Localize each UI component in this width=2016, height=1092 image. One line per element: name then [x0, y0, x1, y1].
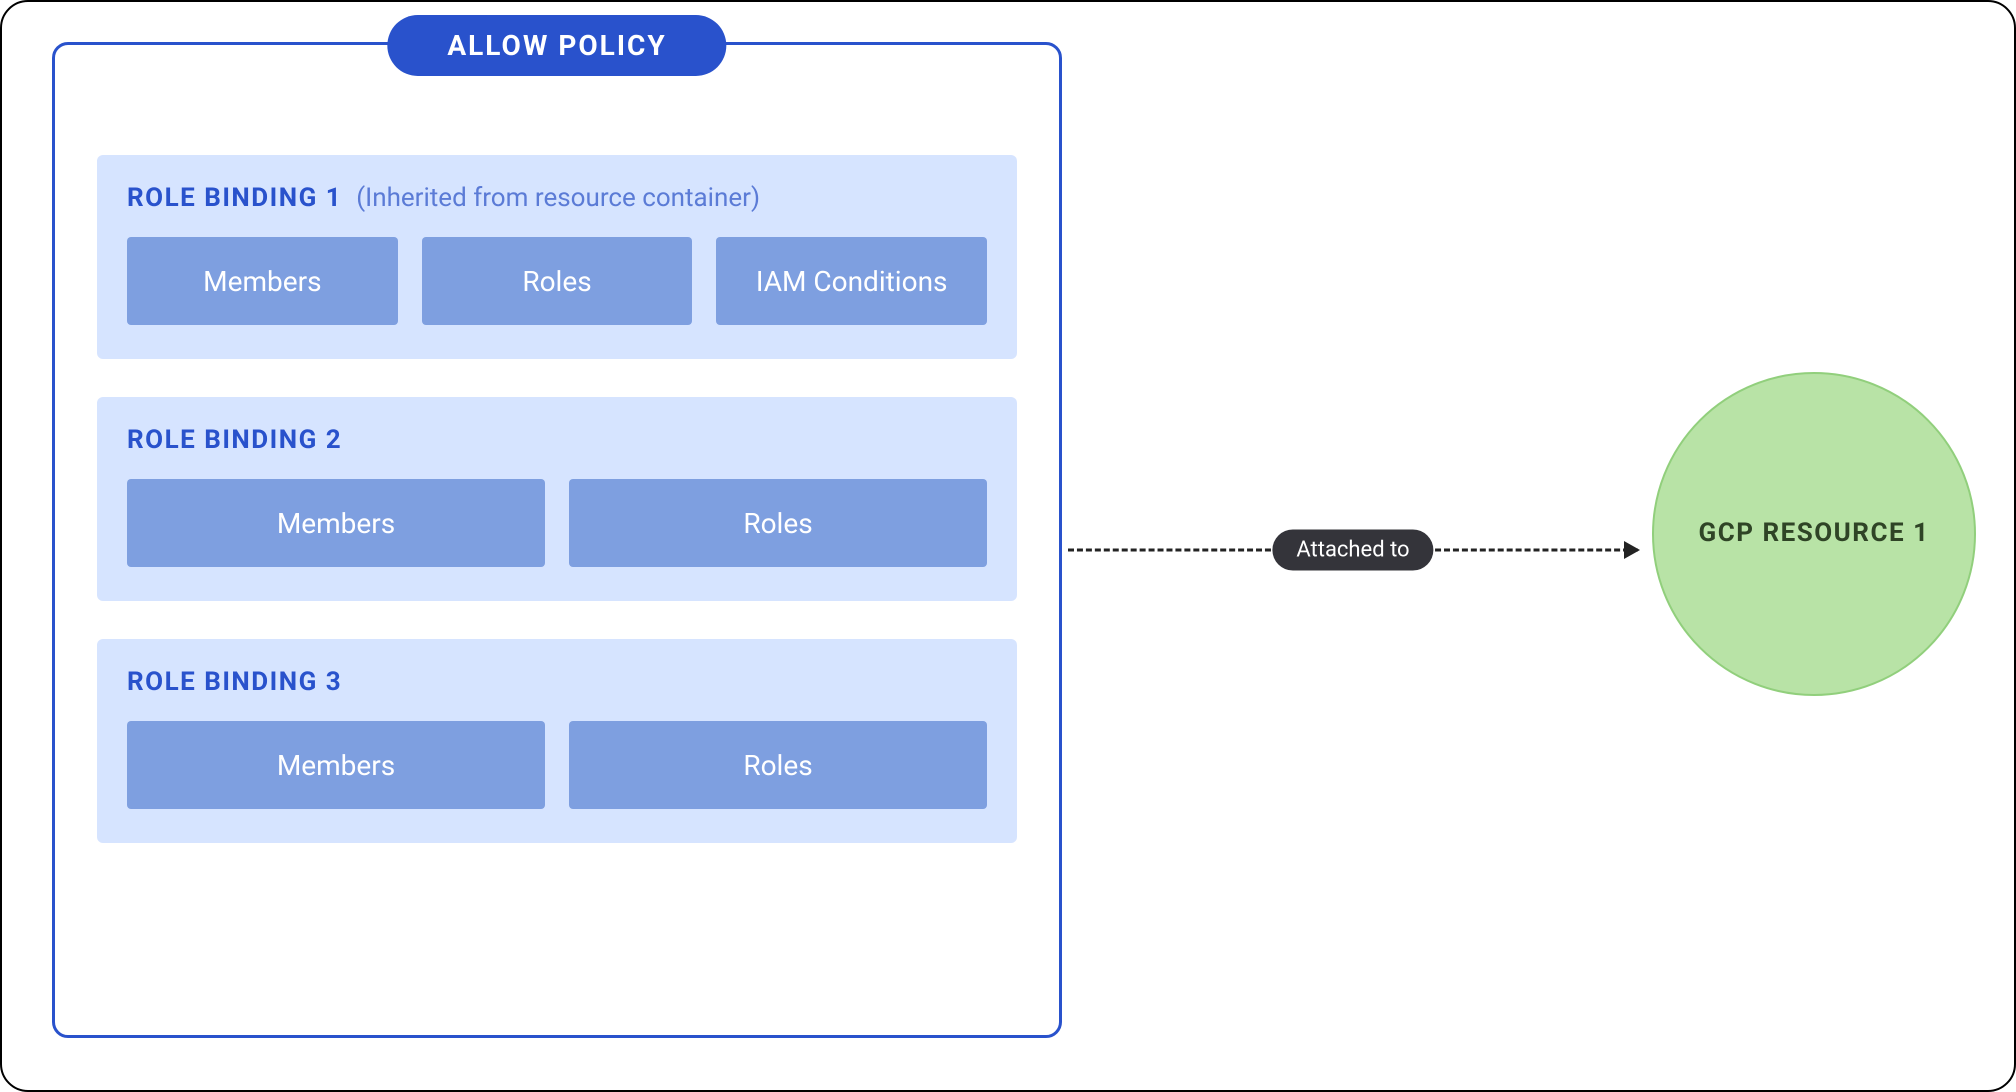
role-binding-1-chips: Members Roles IAM Conditions — [127, 237, 987, 325]
role-binding-3-header: ROLE BINDING 3 — [127, 667, 987, 697]
role-binding-2-header: ROLE BINDING 2 — [127, 425, 987, 455]
role-binding-1-title: ROLE BINDING 1 — [127, 183, 342, 213]
role-binding-1-header: ROLE BINDING 1 (Inherited from resource … — [127, 183, 987, 213]
role-binding-3: ROLE BINDING 3 Members Roles — [97, 639, 1017, 843]
rb3-roles-chip: Roles — [569, 721, 987, 809]
role-binding-1: ROLE BINDING 1 (Inherited from resource … — [97, 155, 1017, 359]
role-binding-2: ROLE BINDING 2 Members Roles — [97, 397, 1017, 601]
gcp-resource-node: GCP RESOURCE 1 — [1652, 372, 1976, 696]
rb2-roles-chip: Roles — [569, 479, 987, 567]
gcp-resource-label: GCP RESOURCE 1 — [1679, 517, 1950, 551]
connector-label: Attached to — [1272, 530, 1433, 571]
role-binding-1-note: (Inherited from resource container) — [356, 183, 760, 213]
rb1-members-chip: Members — [127, 237, 398, 325]
rb2-members-chip: Members — [127, 479, 545, 567]
bindings-list: ROLE BINDING 1 (Inherited from resource … — [97, 155, 1017, 993]
allow-policy-container: ALLOW POLICY ROLE BINDING 1 (Inherited f… — [52, 42, 1062, 1038]
role-binding-2-title: ROLE BINDING 2 — [127, 425, 342, 455]
allow-policy-badge: ALLOW POLICY — [387, 15, 726, 76]
role-binding-3-title: ROLE BINDING 3 — [127, 667, 342, 697]
rb3-members-chip: Members — [127, 721, 545, 809]
diagram-canvas: ALLOW POLICY ROLE BINDING 1 (Inherited f… — [0, 0, 2016, 1092]
rb1-iam-conditions-chip: IAM Conditions — [716, 237, 987, 325]
role-binding-3-chips: Members Roles — [127, 721, 987, 809]
attached-to-connector: Attached to — [1068, 532, 1638, 568]
rb1-roles-chip: Roles — [422, 237, 693, 325]
arrow-right-icon — [1624, 541, 1640, 559]
role-binding-2-chips: Members Roles — [127, 479, 987, 567]
